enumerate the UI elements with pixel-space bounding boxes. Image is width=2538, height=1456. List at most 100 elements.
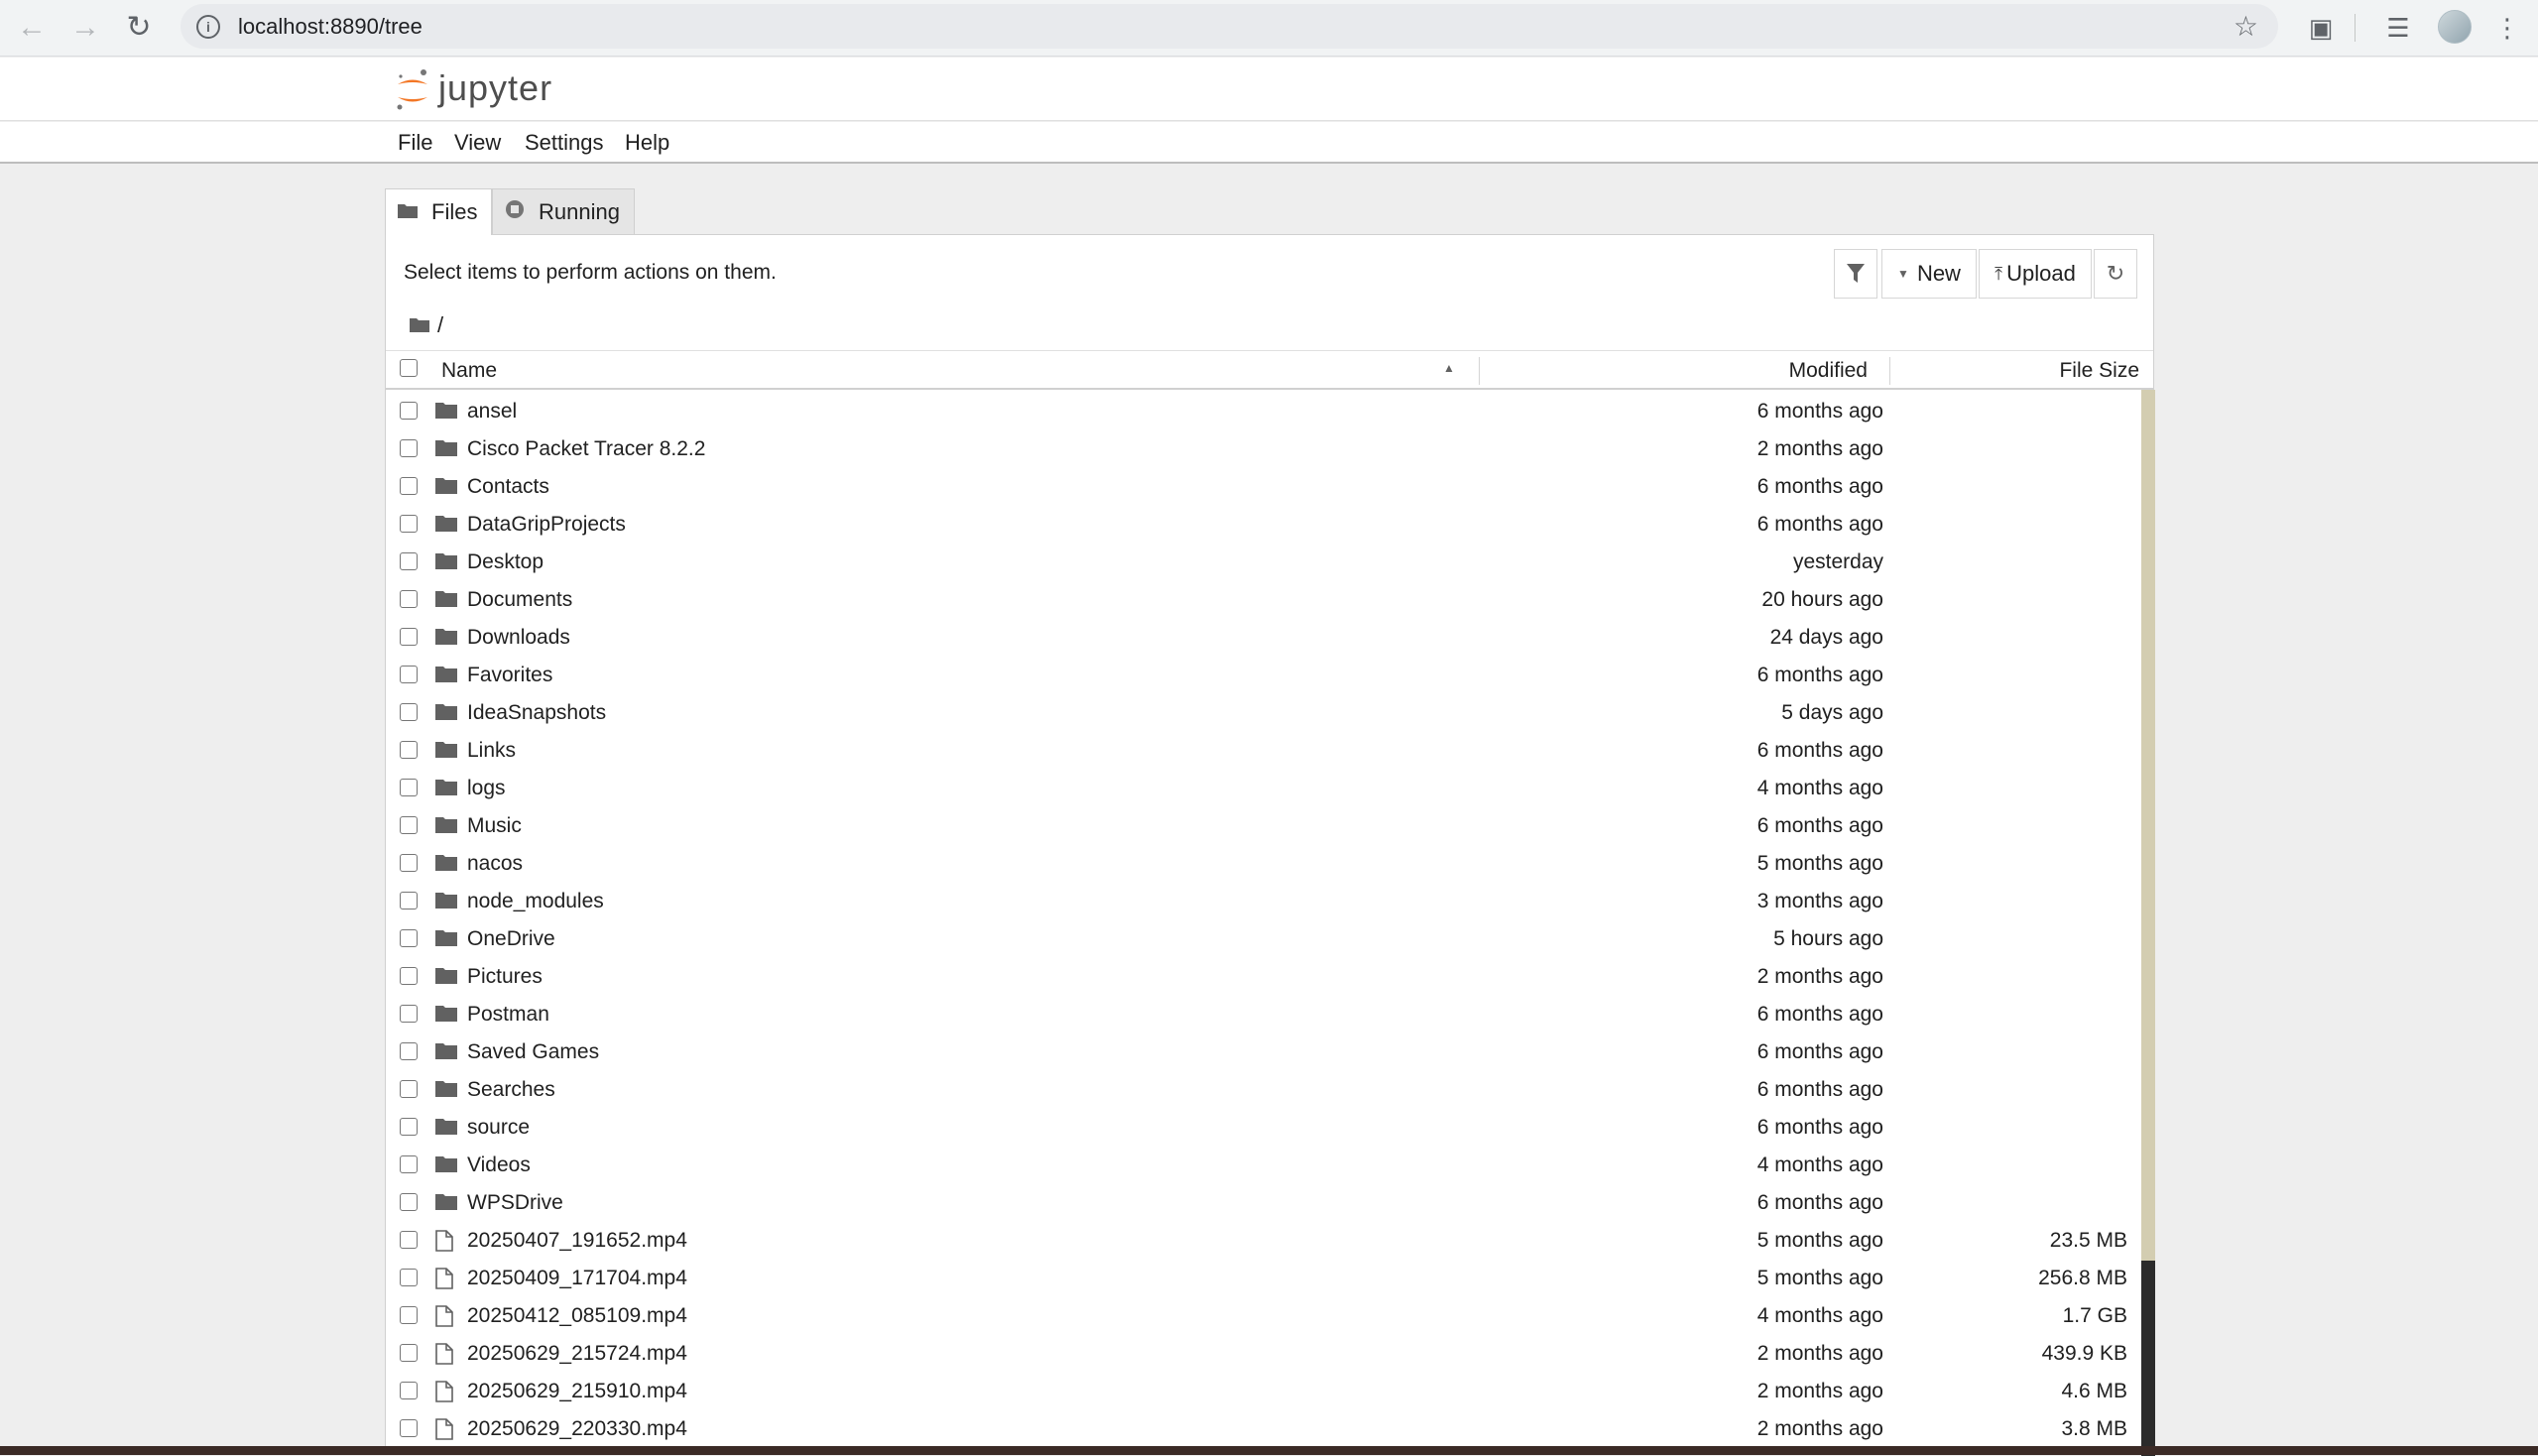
file-name[interactable]: 20250629_215724.mp4: [467, 1342, 687, 1366]
file-name[interactable]: source: [467, 1116, 530, 1140]
file-row[interactable]: Searches 6 months ago: [386, 1070, 2141, 1108]
file-row[interactable]: 20250409_171704.mp4 5 months ago 256.8 MB: [386, 1259, 2141, 1296]
row-checkbox[interactable]: [400, 552, 418, 570]
extensions-icon[interactable]: ▣: [2301, 8, 2341, 48]
file-name[interactable]: Links: [467, 739, 516, 763]
row-checkbox[interactable]: [400, 477, 418, 495]
file-name[interactable]: Videos: [467, 1153, 531, 1177]
tab-running[interactable]: Running: [492, 188, 635, 234]
row-checkbox[interactable]: [400, 929, 418, 947]
file-row[interactable]: Downloads 24 days ago: [386, 618, 2141, 656]
row-checkbox[interactable]: [400, 741, 418, 759]
menu-view[interactable]: View: [454, 130, 501, 156]
file-name[interactable]: IdeaSnapshots: [467, 701, 606, 725]
file-row[interactable]: 20250412_085109.mp4 4 months ago 1.7 GB: [386, 1296, 2141, 1334]
file-name[interactable]: Saved Games: [467, 1040, 599, 1064]
file-name[interactable]: Contacts: [467, 475, 549, 499]
menu-file[interactable]: File: [398, 130, 432, 156]
file-row[interactable]: IdeaSnapshots 5 days ago: [386, 693, 2141, 731]
folder-icon[interactable]: [410, 312, 429, 338]
row-checkbox[interactable]: [400, 1344, 418, 1362]
file-name[interactable]: OneDrive: [467, 927, 555, 951]
row-checkbox[interactable]: [400, 779, 418, 796]
bookmark-star-icon[interactable]: ☆: [2234, 10, 2258, 43]
file-row[interactable]: DataGripProjects 6 months ago: [386, 505, 2141, 543]
row-checkbox[interactable]: [400, 402, 418, 420]
row-checkbox[interactable]: [400, 854, 418, 872]
tab-files[interactable]: Files: [385, 188, 492, 235]
column-divider[interactable]: [1479, 357, 1480, 385]
row-checkbox[interactable]: [400, 1080, 418, 1098]
file-row[interactable]: OneDrive 5 hours ago: [386, 919, 2141, 957]
file-row[interactable]: ansel 6 months ago: [386, 392, 2141, 429]
file-row[interactable]: Pictures 2 months ago: [386, 957, 2141, 995]
file-name[interactable]: WPSDrive: [467, 1191, 563, 1215]
menu-help[interactable]: Help: [625, 130, 669, 156]
file-name[interactable]: Downloads: [467, 626, 570, 650]
row-checkbox[interactable]: [400, 967, 418, 985]
row-checkbox[interactable]: [400, 1419, 418, 1437]
row-checkbox[interactable]: [400, 1306, 418, 1324]
column-file-size[interactable]: File Size: [2059, 359, 2139, 383]
file-row[interactable]: 20250629_215724.mp4 2 months ago 439.9 KB: [386, 1334, 2141, 1372]
file-row[interactable]: logs 4 months ago: [386, 769, 2141, 806]
row-checkbox[interactable]: [400, 1155, 418, 1173]
row-checkbox[interactable]: [400, 1042, 418, 1060]
jupyter-logo-icon[interactable]: [395, 67, 430, 113]
file-row[interactable]: Postman 6 months ago: [386, 995, 2141, 1032]
file-row[interactable]: 20250407_191652.mp4 5 months ago 23.5 MB: [386, 1221, 2141, 1259]
file-row[interactable]: Videos 4 months ago: [386, 1146, 2141, 1183]
row-checkbox[interactable]: [400, 703, 418, 721]
filter-button[interactable]: [1834, 249, 1877, 299]
file-row[interactable]: 20250629_220330.mp4 2 months ago 3.8 MB: [386, 1409, 2141, 1447]
row-checkbox[interactable]: [400, 439, 418, 457]
file-row[interactable]: nacos 5 months ago: [386, 844, 2141, 882]
file-name[interactable]: Documents: [467, 588, 572, 612]
jupyter-wordmark[interactable]: jupyter: [438, 67, 552, 109]
column-modified[interactable]: Modified: [1789, 359, 1868, 383]
file-row[interactable]: Cisco Packet Tracer 8.2.2 2 months ago: [386, 429, 2141, 467]
file-name[interactable]: 20250409_171704.mp4: [467, 1267, 687, 1290]
back-button[interactable]: ←: [12, 8, 52, 48]
file-name[interactable]: Favorites: [467, 664, 552, 687]
menu-settings[interactable]: Settings: [525, 130, 604, 156]
file-name[interactable]: Music: [467, 814, 522, 838]
info-icon[interactable]: i: [196, 14, 220, 39]
file-row[interactable]: WPSDrive 6 months ago: [386, 1183, 2141, 1221]
breadcrumb-root[interactable]: /: [437, 312, 443, 338]
more-menu-icon[interactable]: ⋮: [2487, 8, 2527, 48]
profile-avatar[interactable]: [2438, 10, 2472, 44]
file-row[interactable]: Music 6 months ago: [386, 806, 2141, 844]
file-name[interactable]: nacos: [467, 852, 523, 876]
file-row[interactable]: Favorites 6 months ago: [386, 656, 2141, 693]
column-divider[interactable]: [1889, 357, 1890, 385]
row-checkbox[interactable]: [400, 892, 418, 910]
scrollbar-track[interactable]: [2141, 1261, 2155, 1456]
media-controls-icon[interactable]: ☰: [2378, 8, 2418, 48]
file-row[interactable]: Contacts 6 months ago: [386, 467, 2141, 505]
file-name[interactable]: 20250407_191652.mp4: [467, 1229, 687, 1253]
file-name[interactable]: 20250412_085109.mp4: [467, 1304, 687, 1328]
file-name[interactable]: Desktop: [467, 550, 544, 574]
row-checkbox[interactable]: [400, 1231, 418, 1249]
file-name[interactable]: Cisco Packet Tracer 8.2.2: [467, 437, 705, 461]
refresh-button[interactable]: ↻: [2094, 249, 2137, 299]
file-name[interactable]: node_modules: [467, 890, 604, 913]
file-name[interactable]: DataGripProjects: [467, 513, 626, 537]
file-name[interactable]: ansel: [467, 400, 517, 424]
file-list-scrollbar[interactable]: [2141, 390, 2155, 1456]
file-name[interactable]: logs: [467, 777, 506, 800]
file-row[interactable]: 20250629_215910.mp4 2 months ago 4.6 MB: [386, 1372, 2141, 1409]
file-row[interactable]: source 6 months ago: [386, 1108, 2141, 1146]
row-checkbox[interactable]: [400, 1269, 418, 1286]
upload-button[interactable]: ⤒ Upload: [1979, 249, 2092, 299]
file-name[interactable]: 20250629_215910.mp4: [467, 1380, 687, 1403]
row-checkbox[interactable]: [400, 666, 418, 683]
select-all-checkbox[interactable]: [400, 359, 418, 377]
file-row[interactable]: Documents 20 hours ago: [386, 580, 2141, 618]
scrollbar-thumb[interactable]: [2141, 390, 2155, 1261]
column-name[interactable]: Name: [441, 359, 497, 383]
row-checkbox[interactable]: [400, 628, 418, 646]
url-text[interactable]: localhost:8890/tree: [238, 14, 423, 40]
file-row[interactable]: node_modules 3 months ago: [386, 882, 2141, 919]
